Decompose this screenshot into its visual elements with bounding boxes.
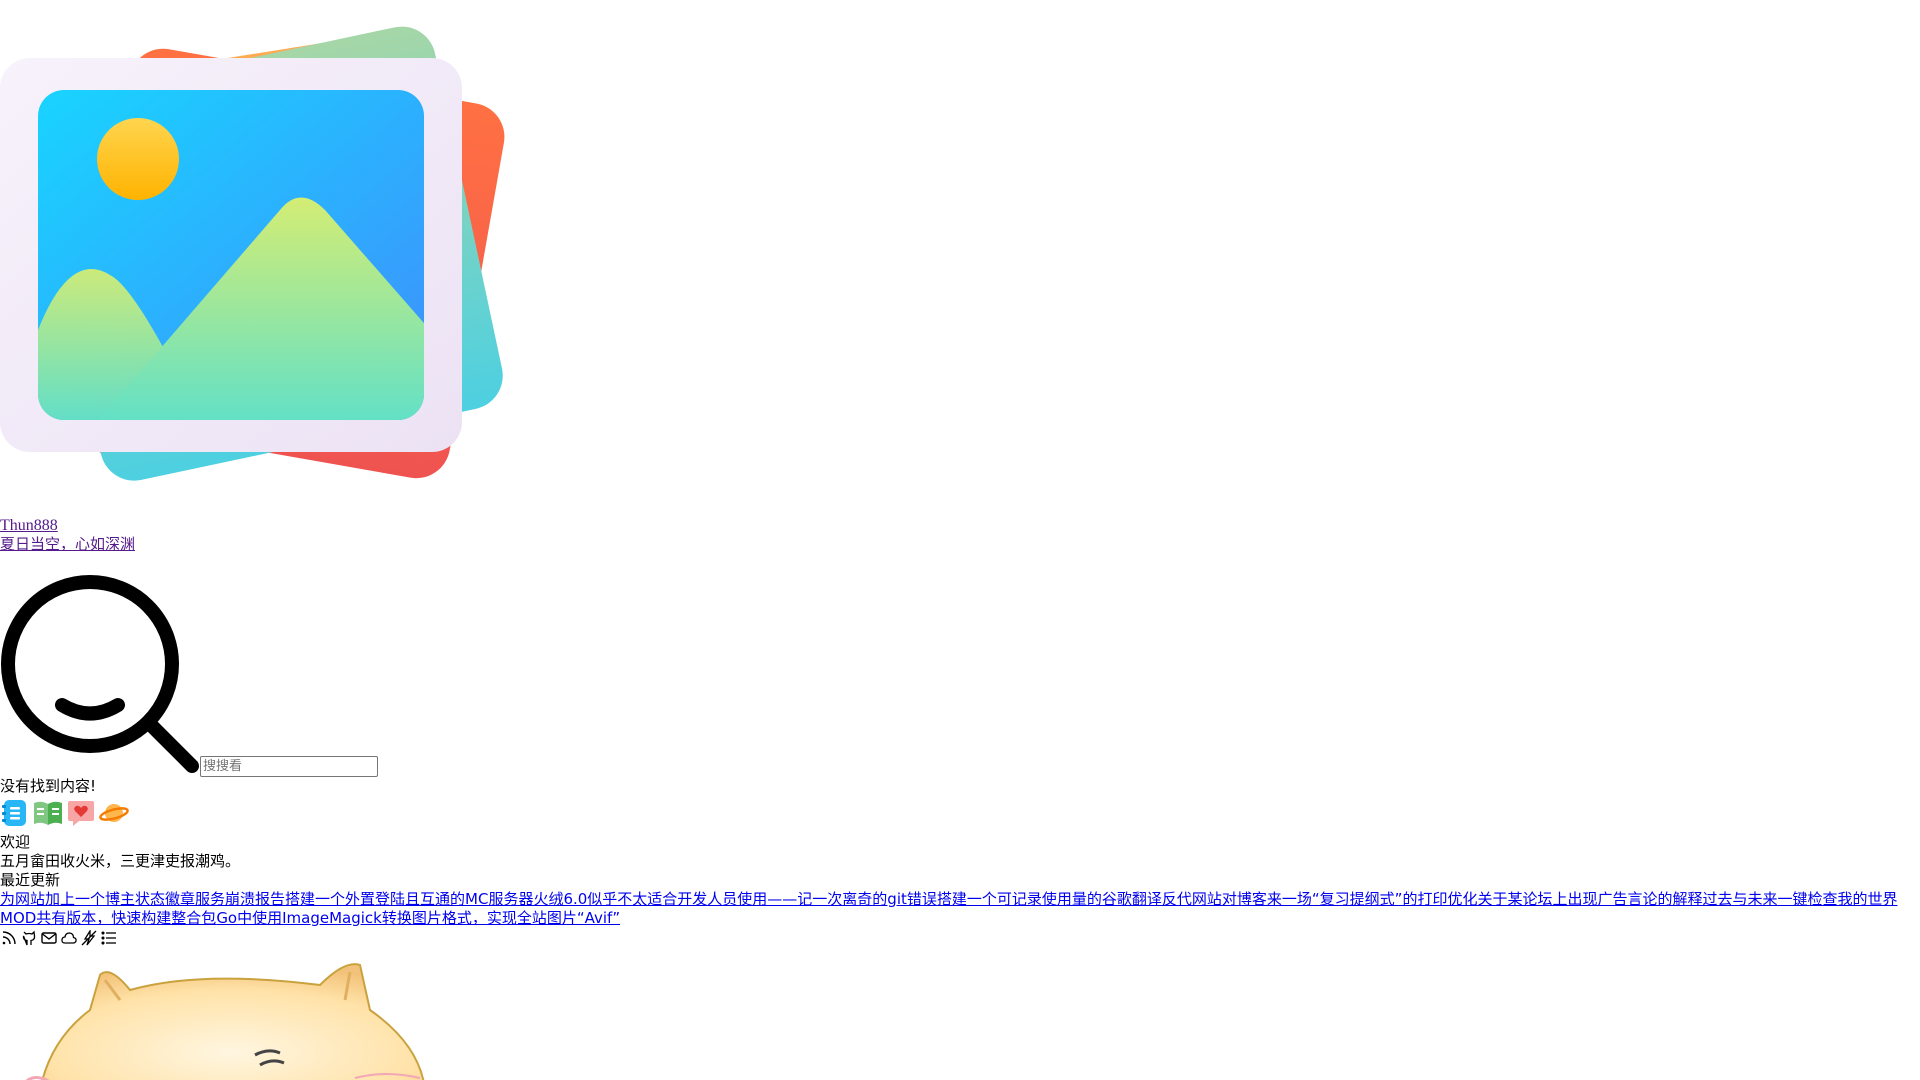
recent-link[interactable]: 过去与未来	[1702, 890, 1777, 908]
site-title-link[interactable]: Thun888	[0, 517, 58, 534]
recent-link[interactable]: 搭建一个可记录使用量的谷歌翻译反代网站	[937, 890, 1222, 908]
heart-message-icon[interactable]	[66, 798, 96, 828]
welcome-text: 五月畲田收火米，三更津吏报潮鸡。	[0, 852, 241, 870]
recent-link[interactable]: 对博客来一场“复习提纲式”的打印优化	[1222, 890, 1478, 908]
search-bar	[0, 572, 378, 777]
recent-link[interactable]: 服务崩溃报告	[195, 890, 285, 908]
cloud-icon[interactable]	[60, 929, 78, 947]
book-icon[interactable]	[33, 798, 63, 828]
github-icon[interactable]	[20, 929, 38, 947]
search-no-results: 没有找到内容!	[0, 777, 97, 795]
notes-icon[interactable]	[0, 798, 30, 828]
recent-link[interactable]: 火绒6.0似乎不太适合开发人员使用——记一次离奇的git错误	[533, 890, 936, 908]
list-icon[interactable]	[100, 929, 118, 947]
quick-links	[0, 798, 129, 828]
planet-icon[interactable]	[99, 798, 129, 828]
recent-link[interactable]: Go中使用ImageMagick转换图片格式，实现全站图片“Avif”	[216, 909, 620, 927]
link-icon[interactable]	[80, 929, 98, 947]
recent-links: 为网站加上一个博主状态徽章服务崩溃报告搭建一个外置登陆且互通的MC服务器火绒6.…	[0, 890, 1920, 928]
recent-heading: 最近更新	[0, 871, 61, 889]
welcome-heading: 欢迎	[0, 833, 31, 851]
footer-social-links	[0, 929, 118, 947]
site-subtitle-link[interactable]: 夏日当空，心如深渊	[0, 535, 135, 553]
mail-icon[interactable]	[40, 929, 58, 947]
cat-mascot-image	[0, 950, 460, 1080]
rss-icon[interactable]	[0, 929, 18, 947]
search-icon[interactable]	[0, 572, 200, 777]
recent-link[interactable]: 关于某论坛上出现广告言论的解释	[1477, 890, 1702, 908]
recent-link[interactable]: 搭建一个外置登陆且互通的MC服务器	[285, 890, 533, 908]
recent-link[interactable]: 为网站加上一个博主状态徽章	[0, 890, 195, 908]
search-input[interactable]	[200, 756, 378, 777]
hero-image-icon	[0, 0, 520, 520]
